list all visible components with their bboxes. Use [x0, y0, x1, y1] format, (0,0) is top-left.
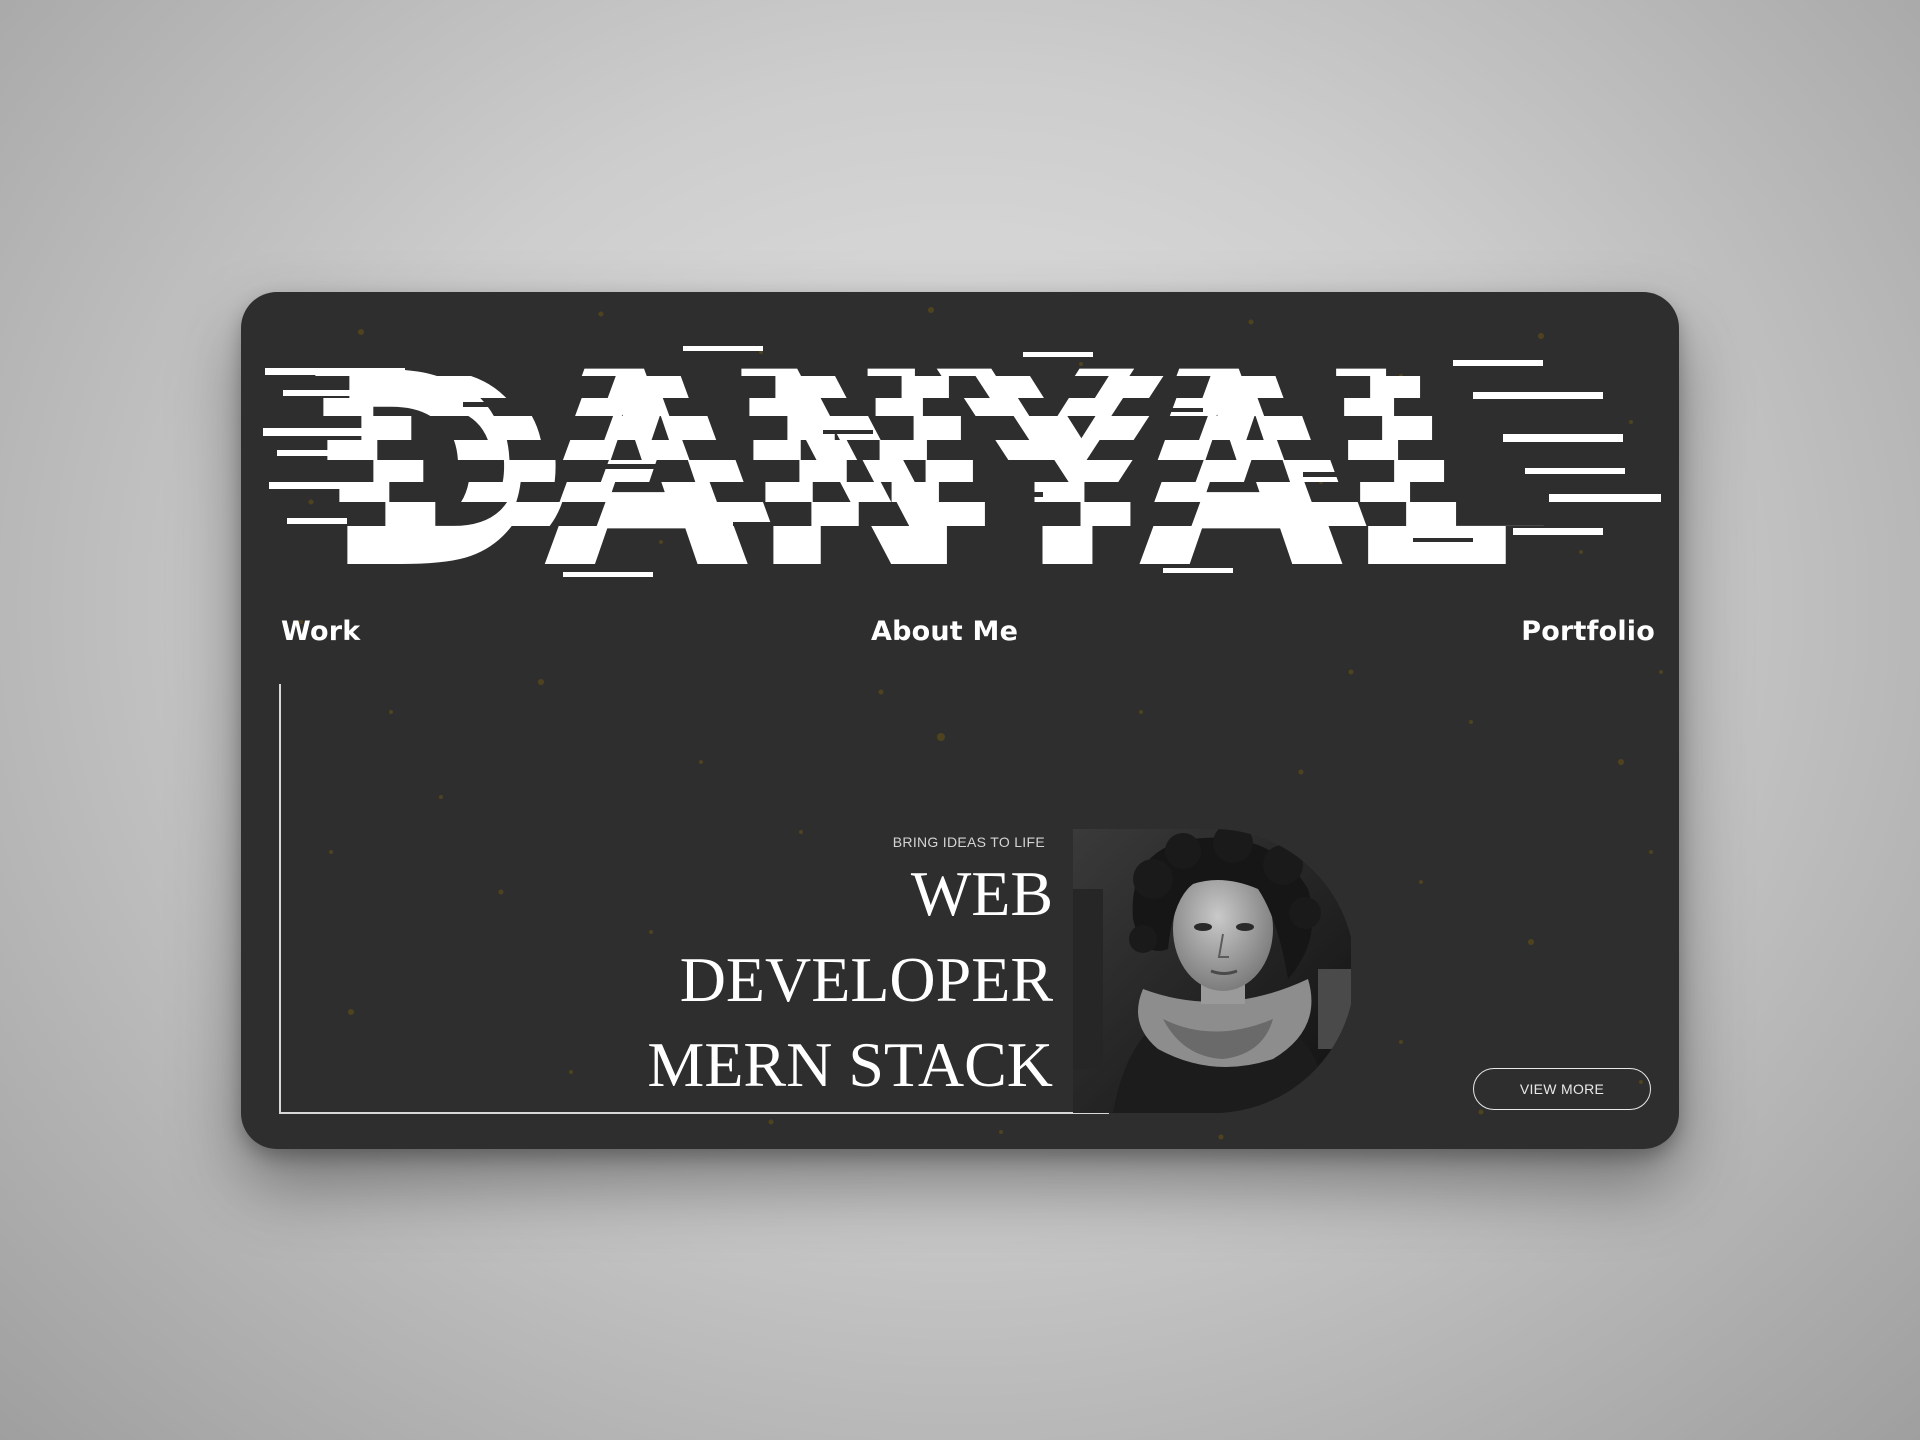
nav-portfolio[interactable]: Portfolio	[1521, 616, 1655, 647]
headline-line-1: WEB	[910, 858, 1053, 929]
brand-logo-glitch: DANYAL DANYAL DANYAL DANYAL DANYAL DANYA…	[263, 332, 1661, 592]
headline-line-3: MERN STACK	[647, 1029, 1053, 1100]
profile-photo	[1073, 829, 1351, 1113]
frame-line-vertical	[279, 684, 281, 1114]
tagline: BRING IDEAS TO LIFE	[892, 834, 1045, 850]
frame-line-horizontal	[279, 1112, 1109, 1114]
portfolio-card: DANYAL DANYAL DANYAL DANYAL DANYAL DANYA…	[241, 292, 1679, 1149]
nav-about-me[interactable]: About Me	[871, 616, 1018, 647]
view-more-button[interactable]: VIEW MORE	[1473, 1068, 1651, 1110]
headline-line-2: DEVELOPER	[679, 944, 1053, 1015]
nav-work[interactable]: Work	[281, 616, 360, 647]
